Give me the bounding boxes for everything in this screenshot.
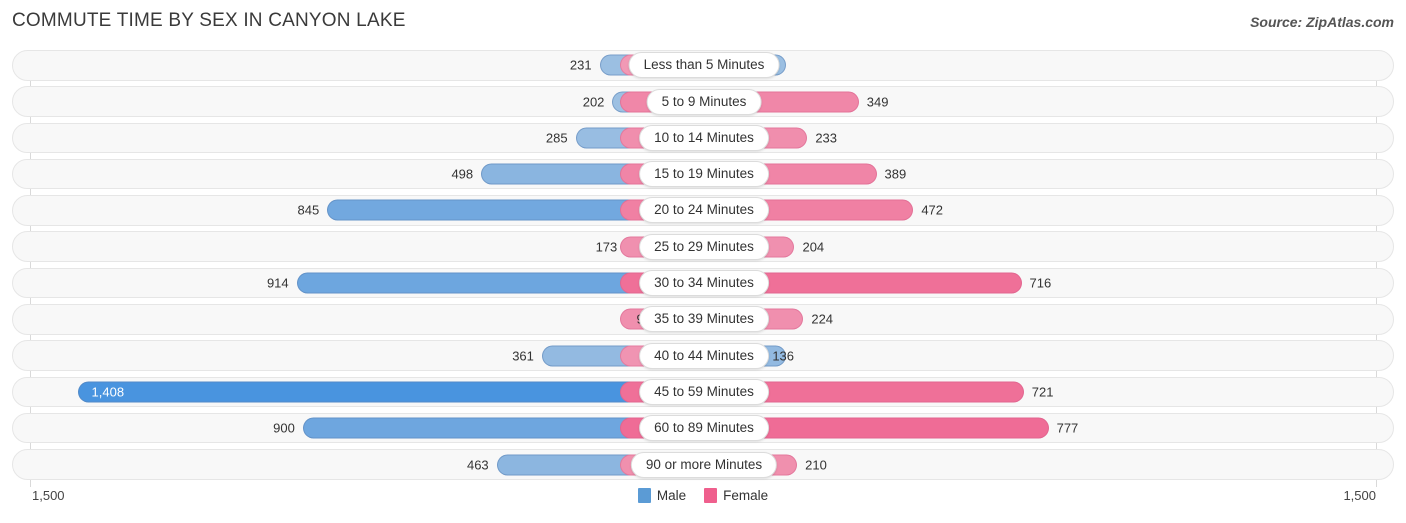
table-row[interactable]: 914 716 30 to 34 Minutes [12,267,1394,299]
category-label: 30 to 34 Minutes [639,270,769,297]
bar-value-female: 210 [805,457,827,473]
source-attribution: Source: ZipAtlas.com [1250,14,1394,30]
bar-value-female: 389 [884,166,907,182]
row-content: 1,408 721 45 to 59 Minutes [13,378,1393,407]
bar-value-male: 285 [545,130,568,146]
table-row[interactable]: 285 233 10 to 14 Minutes [12,122,1394,154]
legend-label-female: Female [723,488,769,503]
legend-item-male[interactable]: Male [637,488,687,503]
table-row[interactable]: 202 349 5 to 9 Minutes [12,86,1394,117]
row-content: 845 472 20 to 24 Minutes [13,196,1393,225]
row-content: 23164Less than 5 Minutes [13,51,1393,80]
row-content: 285 233 10 to 14 Minutes [13,124,1393,153]
bar-value-male: 231 [569,57,592,73]
category-label: 10 to 14 Minutes [639,124,769,151]
category-label: 35 to 39 Minutes [639,306,769,333]
category-label: 25 to 29 Minutes [639,233,769,260]
bar-value-male: 463 [466,457,489,473]
legend-swatch-female-icon [704,488,718,503]
table-row[interactable]: 463 210 90 or more Minutes [12,449,1394,480]
table-row[interactable]: 173 204 25 to 29 Minutes [12,231,1394,262]
category-label: 90 or more Minutes [630,451,778,478]
bar-value-male: 914 [266,275,289,291]
bar-value-male: 202 [582,94,605,110]
category-label: 20 to 24 Minutes [639,197,769,224]
bar-value-male: 1,408 [91,384,125,400]
row-content: 173 204 25 to 29 Minutes [13,232,1393,261]
page-title: COMMUTE TIME BY SEX IN CANYON LAKE [12,10,406,31]
bar-rows: 23164Less than 5 Minutes 202 349 5 to 9 Min… [12,50,1394,486]
bar-value-female: 224 [811,311,834,327]
bar-value-male: 900 [273,420,295,436]
category-label: 45 to 59 Minutes [639,378,769,405]
bar-value-male: 845 [297,202,320,218]
category-label: 40 to 44 Minutes [639,342,769,369]
table-row[interactable]: 1,408 721 45 to 59 Minutes [12,376,1394,408]
table-row[interactable]: 498 389 15 to 19 Minutes [12,158,1394,190]
category-label: Less than 5 Minutes [628,52,780,79]
bar-value-male: 361 [512,348,534,364]
category-label: 15 to 19 Minutes [639,161,769,188]
table-row[interactable]: 900 777 60 to 89 Minutes [12,412,1394,444]
legend-swatch-male-icon [637,488,651,503]
bar-value-female: 716 [1029,275,1052,291]
table-row[interactable]: 845 472 20 to 24 Minutes [12,195,1394,226]
table-row[interactable]: 9722435 to 39 Minutes [12,304,1394,335]
legend-label-male: Male [656,488,687,503]
bar-value-female: 204 [802,239,825,255]
category-label: 5 to 9 Minutes [646,88,762,115]
bar-value-male: 173 [595,239,618,255]
table-row[interactable]: 361 136 40 to 44 Minutes [12,340,1394,371]
bar-value-female: 721 [1031,384,1054,400]
chart-legend: Male Female [0,488,1406,503]
table-row[interactable]: 23164Less than 5 Minutes [12,50,1394,81]
row-content: 9722435 to 39 Minutes [13,305,1393,334]
row-content: 463 210 90 or more Minutes [13,450,1393,479]
bar-value-male: 498 [451,166,474,182]
row-content: 361 136 40 to 44 Minutes [13,341,1393,370]
bar-value-female: 349 [866,94,889,110]
chart-plot-area: 23164Less than 5 Minutes 202 349 5 to 9 Min… [12,50,1394,487]
category-label: 60 to 89 Minutes [639,415,769,442]
row-content: 498 389 15 to 19 Minutes [13,160,1393,189]
legend-item-female[interactable]: Female [704,488,768,503]
row-content: 914 716 30 to 34 Minutes [13,269,1393,298]
row-content: 202 349 5 to 9 Minutes [13,87,1393,116]
bar-value-female: 777 [1056,420,1079,436]
bar-value-female: 233 [815,130,838,146]
bar-value-female: 472 [921,202,944,218]
bar-value-female: 136 [772,348,795,364]
row-content: 900 777 60 to 89 Minutes [13,414,1393,443]
